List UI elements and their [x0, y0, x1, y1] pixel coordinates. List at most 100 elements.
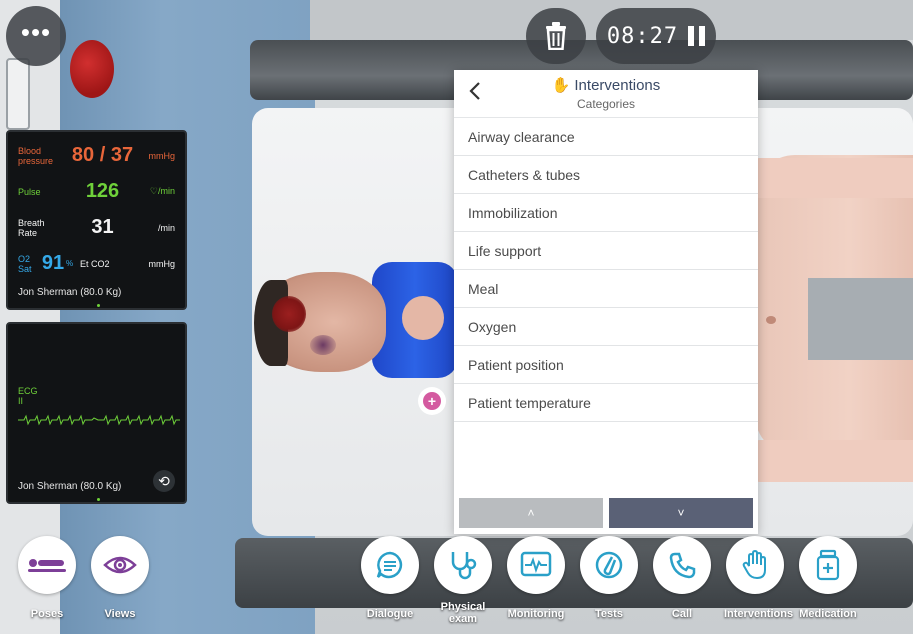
pause-icon[interactable] [688, 26, 706, 46]
category-item[interactable]: Oxygen [454, 308, 758, 346]
vital-label: Breath Rate [18, 217, 45, 238]
scroll-up-button[interactable]: ˄ [459, 498, 603, 528]
stethoscope-icon [451, 552, 477, 580]
views-label: Views [104, 608, 136, 620]
ecg-monitor[interactable]: ECG II Jon Sherman (80.0 Kg) ⟲ [6, 322, 187, 504]
panel-title-text: Interventions [574, 77, 661, 94]
test-tube-icon [595, 551, 623, 579]
poses-button[interactable]: Poses [16, 536, 78, 620]
category-item[interactable]: Catheters & tubes [454, 156, 758, 194]
page-indicator [97, 304, 100, 307]
wall-outlet [6, 58, 30, 130]
views-button[interactable]: Views [89, 536, 151, 620]
medication-circle[interactable] [799, 536, 857, 594]
ecg-trace [18, 414, 180, 426]
ecg-label: ECG II [18, 386, 38, 406]
medication-button[interactable]: Medication [797, 536, 859, 620]
physical-exam-label: Physical exam [440, 601, 486, 625]
dialogue-circle[interactable] [361, 536, 419, 594]
dialogue-label: Dialogue [366, 608, 414, 620]
speech-bubble-icon [376, 551, 403, 579]
panel-title: ✋ Interventions [454, 76, 758, 94]
vital-value: 31 [91, 216, 114, 238]
vital-value: 80 / 37 [71, 144, 134, 166]
face-bruise [310, 335, 336, 355]
etco2-label: Et CO2 [80, 258, 110, 269]
chevron-up-icon: ˄ [527, 506, 535, 520]
vital-label: Pulse [18, 186, 41, 197]
medicine-bottle-icon [816, 549, 840, 581]
vital-o2-sat: O2 Sat 91 % Et CO2 mmHg [18, 252, 175, 275]
vital-unit: mmHg [148, 150, 176, 161]
monitoring-circle[interactable] [507, 536, 565, 594]
category-item[interactable]: Airway clearance [454, 118, 758, 156]
vital-pulse: Pulse 126 ♡/min [18, 180, 175, 203]
head-wound [272, 296, 306, 332]
session-timer[interactable]: 08:27 [596, 8, 716, 64]
add-marker-button[interactable]: + [418, 387, 446, 415]
patient-name: Jon Sherman (80.0 Kg) [18, 287, 122, 298]
hand-icon [742, 549, 766, 580]
physical-exam-button[interactable]: Physical exam [432, 536, 494, 625]
category-item[interactable]: Meal [454, 270, 758, 308]
views-circle[interactable] [91, 536, 149, 594]
phone-icon [669, 552, 696, 579]
call-circle[interactable] [653, 536, 711, 594]
interventions-circle[interactable] [726, 536, 784, 594]
vital-pct: % [66, 259, 74, 268]
category-item[interactable]: Life support [454, 232, 758, 270]
category-item[interactable]: Immobilization [454, 194, 758, 232]
category-item[interactable]: Patient temperature [454, 384, 758, 422]
poses-label: Poses [30, 608, 64, 620]
tests-button[interactable]: Tests [578, 536, 640, 620]
panel-header: ✋ Interventions Categories [454, 70, 758, 118]
interventions-button[interactable]: Interventions [724, 536, 794, 620]
lying-person-icon [28, 559, 66, 572]
monitoring-button[interactable]: Monitoring [505, 536, 567, 620]
tests-circle[interactable] [580, 536, 638, 594]
physical-exam-circle[interactable] [434, 536, 492, 594]
ellipsis-icon: ••• [20, 17, 52, 47]
vital-unit: ♡/min [149, 186, 175, 196]
hand-icon: ✋ [551, 77, 571, 94]
poses-circle[interactable] [18, 536, 76, 594]
patient-arm-right[interactable] [740, 158, 913, 198]
menu-button[interactable]: ••• [6, 6, 66, 66]
interventions-label: Interventions [724, 608, 794, 620]
vital-unit: /min [157, 222, 175, 233]
medication-label: Medication [799, 608, 857, 620]
patient-towel [808, 278, 913, 360]
dialogue-button[interactable]: Dialogue [359, 536, 421, 620]
patient-arm-left[interactable] [740, 440, 913, 482]
category-list: Airway clearance Catheters & tubes Immob… [454, 118, 758, 422]
call-label: Call [671, 608, 693, 620]
plus-icon: + [423, 392, 441, 410]
timer-value: 08:27 [606, 23, 679, 49]
vital-label: O2 Sat [18, 253, 32, 274]
scroll-down-button[interactable]: ˅ [609, 498, 753, 528]
trash-button[interactable] [526, 8, 586, 64]
vital-value: 126 [85, 180, 120, 202]
category-item[interactable]: Patient position [454, 346, 758, 384]
vital-breath-rate: Breath Rate 31 /min [18, 216, 175, 239]
vital-unit: mmHg [148, 258, 176, 269]
vitals-monitor[interactable]: Blood pressure 80 / 37 mmHg Pulse 126 ♡/… [6, 130, 187, 310]
tests-label: Tests [595, 608, 623, 620]
panel-subtitle: Categories [576, 97, 636, 111]
interventions-panel: ✋ Interventions Categories Airway clearan… [454, 70, 758, 534]
patient-name: Jon Sherman (80.0 Kg) [18, 481, 122, 492]
eye-icon [103, 556, 137, 574]
alarm-button [70, 40, 114, 98]
vital-label: Blood pressure [18, 145, 54, 166]
vital-value: 91 [41, 252, 65, 274]
vital-blood-pressure: Blood pressure 80 / 37 mmHg [18, 144, 175, 167]
rotate-icon[interactable]: ⟲ [153, 470, 175, 492]
patient-chin [402, 296, 444, 340]
trash-icon [546, 22, 566, 50]
monitoring-label: Monitoring [507, 608, 565, 620]
patient-navel [766, 316, 776, 324]
chevron-down-icon: ˅ [677, 506, 685, 520]
call-button[interactable]: Call [651, 536, 713, 620]
page-indicator [97, 498, 100, 501]
heart-monitor-icon [520, 551, 552, 577]
